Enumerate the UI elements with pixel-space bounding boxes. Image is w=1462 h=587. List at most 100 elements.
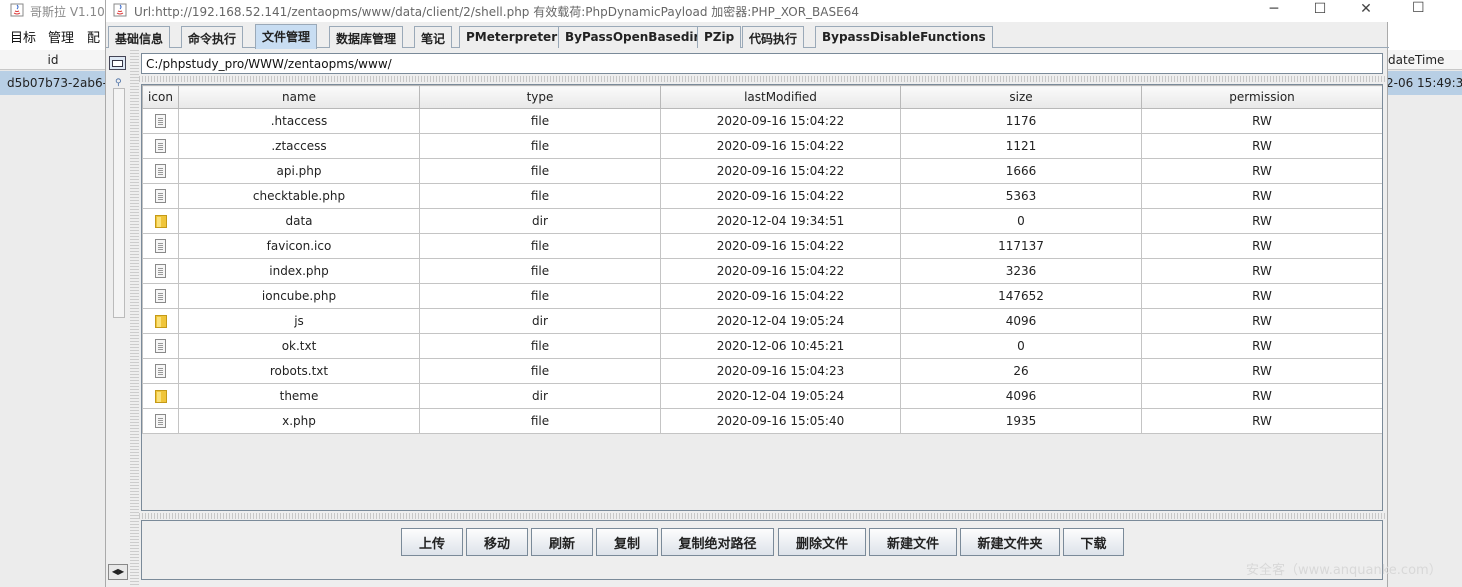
table-row[interactable]: checktable.php file 2020-09-16 15:04:22 536… — [142, 183, 1382, 209]
path-input[interactable] — [141, 53, 1383, 74]
tab-bypass-disable-functions[interactable]: BypassDisableFunctions — [815, 26, 993, 48]
column-header-last-modified[interactable]: lastModified — [660, 85, 901, 109]
cell-lastmodified: 2020-12-04 19:05:24 — [660, 308, 901, 334]
table-row[interactable]: favicon.ico file 2020-09-16 15:04:22 117137… — [142, 233, 1382, 259]
column-header-permission[interactable]: permission — [1141, 85, 1382, 109]
tab-code-exec[interactable]: 代码执行 — [742, 26, 805, 48]
cell-permission: RW — [1141, 308, 1382, 334]
horizontal-splitter[interactable] — [139, 513, 1385, 519]
cell-size: 117137 — [900, 233, 1142, 259]
tab-bypass-open-basedir[interactable]: ByPassOpenBasedir — [558, 26, 707, 48]
cell-lastmodified: 2020-09-16 15:04:22 — [660, 283, 901, 309]
cell-lastmodified: 2020-09-16 15:04:22 — [660, 183, 901, 209]
table-row[interactable]: theme dir 2020-12-04 19:05:24 4096 RW — [142, 383, 1382, 409]
table-row[interactable]: js dir 2020-12-04 19:05:24 4096 RW — [142, 308, 1382, 334]
file-icon — [155, 114, 166, 129]
cell-name: js — [178, 308, 420, 334]
main-window-title: 哥斯拉 V1.10 — [30, 5, 105, 19]
tab-basic-info[interactable]: 基础信息 — [108, 26, 171, 48]
column-header-id[interactable]: id — [0, 50, 106, 70]
cell-size: 0 — [900, 333, 1142, 359]
table-row[interactable]: ioncube.php file 2020-09-16 15:04:22 147652… — [142, 283, 1382, 309]
cell-type: file — [419, 158, 661, 184]
icon-cell — [142, 233, 179, 259]
tab-database-manager[interactable]: 数据库管理 — [329, 26, 404, 48]
cell-permission: RW — [1141, 183, 1382, 209]
vertical-splitter[interactable] — [130, 50, 139, 585]
tab-notes[interactable]: 笔记 — [414, 26, 453, 48]
directory-tree-panel: ⚲ ◀▶ — [106, 50, 130, 585]
cell-lastmodified: 2020-09-16 15:04:22 — [660, 258, 901, 284]
folder-icon[interactable] — [109, 56, 126, 70]
table-row[interactable]: robots.txt file 2020-09-16 15:04:23 26 RW — [142, 358, 1382, 384]
column-header-name[interactable]: name — [178, 85, 420, 109]
file-icon — [155, 364, 166, 379]
table-row[interactable]: index.php file 2020-09-16 15:04:22 3236 RW — [142, 258, 1382, 284]
close-icon[interactable]: ✕ — [1346, 0, 1386, 20]
file-icon — [155, 414, 166, 429]
icon-cell — [142, 133, 179, 159]
tab-command-exec[interactable]: 命令执行 — [181, 26, 244, 48]
copy-button[interactable]: 复制 — [596, 528, 658, 556]
menu-manage[interactable]: 管理 — [48, 27, 74, 46]
table-empty-area — [0, 95, 106, 587]
table-row[interactable]: .htaccess file 2020-09-16 15:04:22 1176 RW — [142, 108, 1382, 134]
tree-node-icon[interactable]: ⚲ — [115, 78, 122, 88]
column-header-icon[interactable]: icon — [142, 85, 179, 109]
table-row[interactable]: d5b07b73-2ab6-4 — [0, 71, 106, 95]
horizontal-splitter[interactable] — [139, 76, 1385, 82]
cell-permission: RW — [1141, 383, 1382, 409]
table-empty-area — [1383, 95, 1462, 587]
minimize-icon[interactable]: ─ — [1254, 0, 1294, 20]
file-icon — [155, 189, 166, 204]
cell-permission: RW — [1141, 108, 1382, 134]
copy-absolute-path-button[interactable]: 复制绝对路径 — [661, 528, 774, 556]
column-header-size[interactable]: size — [900, 85, 1142, 109]
move-button[interactable]: 移动 — [466, 528, 528, 556]
folder-icon — [154, 390, 167, 403]
cell-lastmodified: 2020-12-04 19:05:24 — [660, 383, 901, 409]
download-button[interactable]: 下载 — [1063, 528, 1124, 556]
column-header-type[interactable]: type — [419, 85, 661, 109]
table-row[interactable]: api.php file 2020-09-16 15:04:22 1666 RW — [142, 158, 1382, 184]
maximize-icon[interactable]: ☐ — [1300, 0, 1340, 20]
watermark-text: 安全客（www.anquanke.com） — [1246, 563, 1442, 578]
menu-config[interactable]: 配 — [87, 27, 100, 46]
refresh-button[interactable]: 刷新 — [531, 528, 593, 556]
icon-cell — [142, 108, 179, 134]
cell-name: .htaccess — [178, 108, 420, 134]
cell-permission: RW — [1141, 133, 1382, 159]
tree-scrollbar[interactable] — [113, 88, 125, 318]
cell-permission: RW — [1141, 208, 1382, 234]
file-icon — [155, 264, 166, 279]
shell-window-titlebar: Url:http://192.168.52.141/zentaopms/www/… — [106, 0, 1389, 22]
menu-target[interactable]: 目标 — [10, 27, 36, 46]
horizontal-scroll-arrows[interactable]: ◀▶ — [108, 564, 128, 580]
new-folder-button[interactable]: 新建文件夹 — [960, 528, 1060, 556]
folder-icon — [154, 315, 167, 328]
tab-pzip[interactable]: PZip — [697, 26, 742, 48]
table-row[interactable]: data dir 2020-12-04 19:34:51 0 RW — [142, 208, 1382, 234]
table-row[interactable]: 2-06 15:49:30 — [1383, 71, 1462, 95]
cell-lastmodified: 2020-09-16 15:04:23 — [660, 358, 901, 384]
maximize-icon[interactable]: ☐ — [1412, 0, 1426, 20]
cell-size: 3236 — [900, 258, 1142, 284]
table-row[interactable]: ok.txt file 2020-12-06 10:45:21 0 RW — [142, 333, 1382, 359]
java-app-icon — [10, 3, 24, 17]
cell-lastmodified: 2020-09-16 15:05:40 — [660, 408, 901, 434]
file-table: icon name type lastModified size permiss… — [141, 84, 1383, 511]
table-row[interactable]: x.php file 2020-09-16 15:05:40 1935 RW — [142, 408, 1382, 434]
cell-permission: RW — [1141, 408, 1382, 434]
delete-file-button[interactable]: 删除文件 — [778, 528, 866, 556]
upload-button[interactable]: 上传 — [401, 528, 463, 556]
cell-lastmodified: 2020-09-16 15:04:22 — [660, 108, 901, 134]
tab-file-manager[interactable]: 文件管理 — [255, 24, 318, 49]
java-app-icon — [113, 3, 127, 17]
new-file-button[interactable]: 新建文件 — [869, 528, 957, 556]
column-header-datetime[interactable]: dateTime — [1383, 50, 1462, 70]
table-row[interactable]: .ztaccess file 2020-09-16 15:04:22 1121 RW — [142, 133, 1382, 159]
tab-pmeterpreter[interactable]: PMeterpreter — [459, 26, 565, 48]
cell-lastmodified: 2020-12-06 10:45:21 — [660, 333, 901, 359]
main-menubar: 目标 管理 配 — [0, 24, 105, 46]
cell-name: robots.txt — [178, 358, 420, 384]
